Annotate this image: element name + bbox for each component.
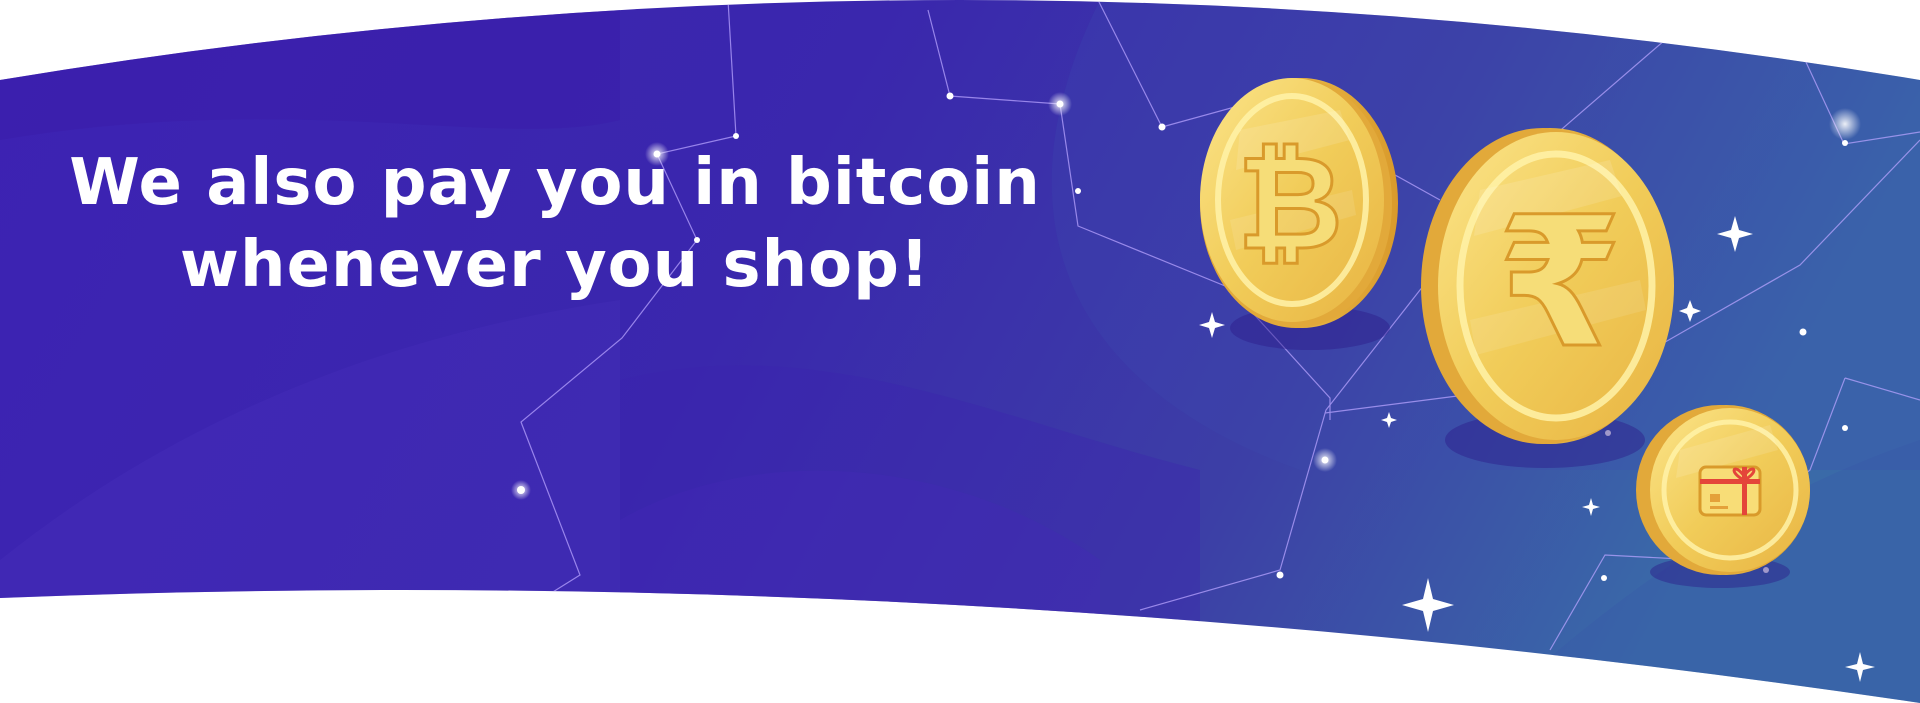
headline-line-2: whenever you shop! <box>179 228 931 302</box>
headline: We also pay you in bitcoin whenever you … <box>40 142 1070 306</box>
svg-text:₹: ₹ <box>1497 179 1622 388</box>
headline-line-1: We also pay you in bitcoin <box>69 146 1041 220</box>
promo-banner: ₿ ₹ We also pay you in bitcoin whenever … <box>0 0 1920 703</box>
svg-text:₿: ₿ <box>1237 127 1343 279</box>
banner-background: ₿ ₹ <box>0 0 1920 703</box>
